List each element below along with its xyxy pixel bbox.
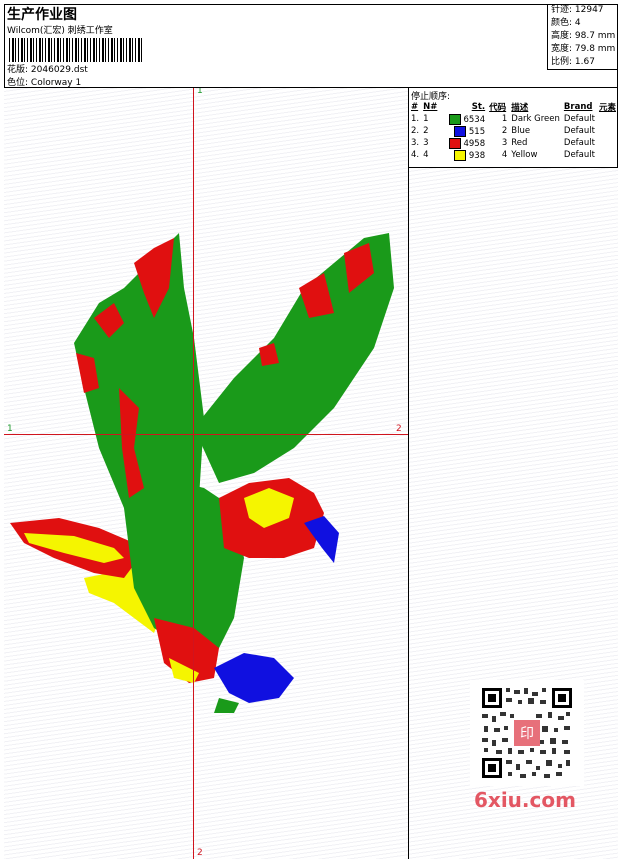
stat-colors: 颜色: 4 (551, 18, 581, 28)
row-number: 3 (423, 138, 429, 148)
row-index: 4. (411, 150, 420, 160)
stat-width: 宽度: 79.8 mm (551, 44, 616, 54)
row-desc: Blue (511, 126, 531, 136)
colorway-line: 色位: Colorway 1 (7, 75, 81, 88)
color-swatch (448, 113, 461, 125)
row-stitches: 515 (442, 125, 488, 137)
row-code: 4 (501, 150, 508, 160)
row-desc: Dark Green (511, 114, 560, 124)
design-label: 花版: (7, 65, 29, 75)
row-element (597, 125, 618, 137)
row-stitch-count: 4958 (463, 138, 486, 149)
col-st: St. (471, 102, 486, 112)
col-n: N# (423, 102, 438, 112)
horizontal-crosshair (4, 434, 408, 435)
col-code: 代码 (489, 103, 507, 113)
eagle-embroidery (10, 233, 394, 713)
table-row: 3. 3 4958 3 Red Default (409, 137, 618, 149)
col-element: 元素 (598, 103, 616, 113)
row-element (597, 149, 618, 161)
table-row: 1. 1 6534 1 Dark Green Default (409, 113, 618, 125)
row-desc: Yellow (511, 150, 538, 160)
row-brand: Default (563, 126, 595, 136)
colorway-value: Colorway 1 (30, 78, 82, 88)
row-stitches: 4958 (442, 137, 488, 149)
axis-label-v-top: 1 (197, 88, 203, 96)
qr-code: 印 (470, 680, 584, 786)
row-code: 1 (501, 114, 508, 124)
row-number: 2 (423, 126, 429, 136)
row-index: 1. (411, 114, 420, 124)
row-code: 2 (501, 126, 508, 136)
col-brand: Brand (563, 102, 593, 112)
color-swatch (454, 125, 467, 137)
axis-label-h-left: 1 (7, 424, 13, 434)
axis-label-h-right: 2 (396, 424, 402, 434)
watermark-text: 6xiu.com (474, 788, 576, 812)
row-element (597, 137, 618, 149)
barcode (9, 38, 144, 62)
qr-code-graphic: 印 (480, 686, 574, 780)
stat-stitches: 针迹: 12947 (551, 5, 604, 15)
row-desc: Red (511, 138, 528, 148)
header: 生产作业图 Wilcom(汇宏) 刺绣工作室 花版: 2046029.dst 色… (4, 4, 618, 88)
row-stitches: 938 (442, 149, 488, 161)
row-brand: Default (563, 114, 595, 124)
stat-height: 高度: 98.7 mm (551, 31, 616, 41)
colorway-label: 色位: (7, 78, 29, 88)
color-swatch (454, 149, 467, 161)
color-swatch (448, 137, 461, 149)
row-brand: Default (563, 150, 595, 160)
table-row: 2. 2 515 2 Blue Default (409, 125, 618, 137)
talons-green-toes (214, 698, 239, 713)
design-value: 2046029.dst (30, 65, 88, 75)
stop-sequence-panel: 停止顺序: # N# St. 代码 描述 Brand 元素 1. 1 6534 … (409, 88, 618, 168)
vertical-crosshair (193, 88, 194, 859)
col-hash: # (411, 102, 419, 112)
qr-stamp-text: 印 (520, 726, 534, 742)
company-name: Wilcom(汇宏) 刺绣工作室 (7, 26, 113, 36)
row-stitch-count: 6534 (463, 114, 486, 125)
row-element (597, 113, 618, 125)
stats-box: 针迹: 12947 颜色: 4 高度: 98.7 mm 宽度: 79.8 mm … (547, 4, 618, 70)
design-canvas: 1 2 1 2 (4, 88, 409, 859)
row-index: 3. (411, 138, 420, 148)
talons-blue (214, 653, 294, 703)
axis-label-v-bottom: 2 (197, 848, 203, 858)
row-index: 2. (411, 126, 420, 136)
color-table-header: # N# St. 代码 描述 Brand 元素 (409, 101, 618, 113)
row-stitch-count: 515 (468, 126, 486, 137)
row-number: 4 (423, 150, 429, 160)
stat-ratio: 比例: 1.67 (551, 57, 595, 67)
row-stitch-count: 938 (468, 150, 486, 161)
row-code: 3 (501, 138, 508, 148)
sheet-title: 生产作业图 (7, 7, 77, 23)
color-table: # N# St. 代码 描述 Brand 元素 1. 1 6534 1 Dark… (409, 101, 618, 161)
row-brand: Default (563, 138, 595, 148)
col-desc: 描述 (511, 103, 529, 113)
table-row: 4. 4 938 4 Yellow Default (409, 149, 618, 161)
row-stitches: 6534 (442, 113, 488, 125)
design-line: 花版: 2046029.dst (7, 62, 88, 75)
row-number: 1 (423, 114, 429, 124)
